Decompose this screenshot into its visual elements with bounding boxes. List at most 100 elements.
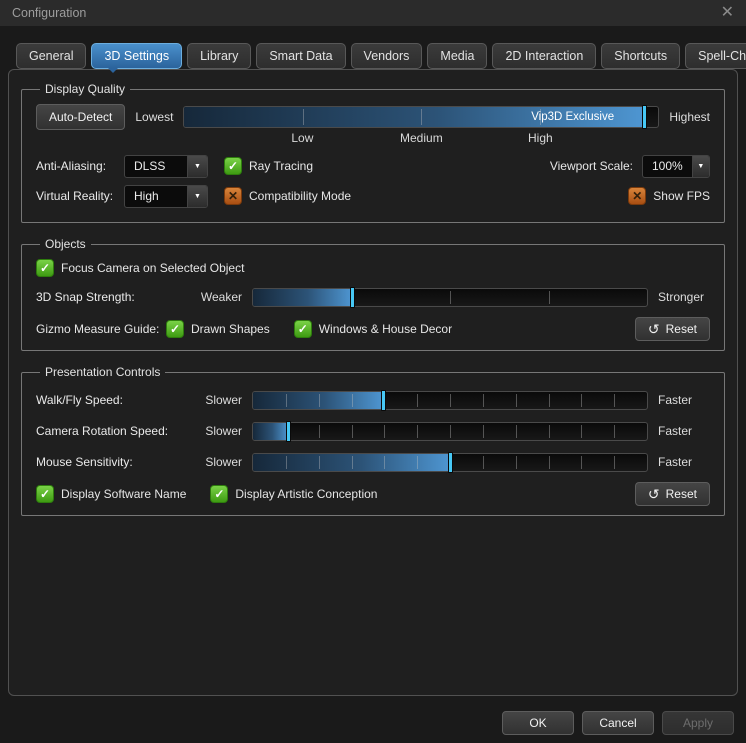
display-artistic-conception-label: Display Artistic Conception xyxy=(235,487,377,501)
mouse-sensitivity-row: Mouse Sensitivity: Slower Faster xyxy=(36,450,710,474)
virtual-reality-label: Virtual Reality: xyxy=(36,189,124,203)
scale-label-high: High xyxy=(528,131,553,145)
objects-legend: Objects xyxy=(40,237,91,251)
title-bar: Configuration ✕ xyxy=(0,0,746,26)
slider-tick xyxy=(319,425,320,438)
slider-tick xyxy=(549,425,550,438)
scale-label-low: Low xyxy=(291,131,313,145)
slider-handle[interactable] xyxy=(381,390,386,411)
objects-reset-label: Reset xyxy=(666,322,697,336)
cancel-button[interactable]: Cancel xyxy=(582,711,654,735)
presentation-reset-button[interactable]: ↺ Reset xyxy=(635,482,710,506)
camera-rotation-speed-slider[interactable] xyxy=(252,422,648,441)
snap-max-label: Stronger xyxy=(658,290,710,304)
window-title: Configuration xyxy=(12,6,721,20)
ray-tracing-label: Ray Tracing xyxy=(249,159,313,173)
slider-fill: Vip3D Exclusive xyxy=(184,107,644,127)
tab-general[interactable]: General xyxy=(16,43,86,69)
slider-tick xyxy=(581,425,582,438)
slider-tick xyxy=(421,109,422,125)
ok-button[interactable]: OK xyxy=(502,711,574,735)
gizmo-row: Gizmo Measure Guide: ✓ Drawn Shapes ✓ Wi… xyxy=(36,316,710,342)
compatibility-mode-label: Compatibility Mode xyxy=(249,189,351,203)
reset-arrow-icon: ↺ xyxy=(648,323,660,335)
tab-media[interactable]: Media xyxy=(427,43,487,69)
scale-label-medium: Medium xyxy=(400,131,443,145)
ray-tracing-checkbox[interactable]: ✓ Ray Tracing xyxy=(224,157,313,175)
slider-tick xyxy=(352,425,353,438)
checkbox-unchecked-icon: ✕ xyxy=(224,187,242,205)
checkbox-checked-icon: ✓ xyxy=(294,320,312,338)
presentation-controls-group: Presentation Controls Walk/Fly Speed: Sl… xyxy=(21,365,725,516)
quality-min-label: Lowest xyxy=(135,104,173,130)
slider-tick xyxy=(352,456,353,469)
windows-house-decor-label: Windows & House Decor xyxy=(319,322,452,336)
slider-handle[interactable] xyxy=(642,105,647,129)
slider-tick xyxy=(516,394,517,407)
tab-vendors[interactable]: Vendors xyxy=(351,43,423,69)
slider-tick xyxy=(319,394,320,407)
camera-rotation-speed-label: Camera Rotation Speed: xyxy=(36,424,194,438)
slider-tick xyxy=(483,425,484,438)
anti-aliasing-label: Anti-Aliasing: xyxy=(36,159,124,173)
tab-page-3d-settings: Display Quality Auto-Detect Lowest Vip3D… xyxy=(8,69,738,696)
slider-handle[interactable] xyxy=(286,421,291,442)
slider-tick xyxy=(286,456,287,469)
close-icon[interactable]: ✕ xyxy=(721,5,734,21)
slider-tick xyxy=(450,394,451,407)
tab-spell-check[interactable]: Spell-Check xyxy=(685,43,746,69)
slider-tick xyxy=(417,425,418,438)
display-artistic-conception-checkbox[interactable]: ✓ Display Artistic Conception xyxy=(210,485,377,503)
anti-aliasing-value: DLSS xyxy=(125,159,187,173)
drawn-shapes-label: Drawn Shapes xyxy=(191,322,270,336)
slider-tick xyxy=(384,425,385,438)
focus-camera-row: ✓ Focus Camera on Selected Object xyxy=(36,259,710,277)
slider-tick xyxy=(614,456,615,469)
checkbox-checked-icon: ✓ xyxy=(36,259,54,277)
slider-handle[interactable] xyxy=(448,452,453,473)
compatibility-mode-checkbox[interactable]: ✕ Compatibility Mode xyxy=(224,187,351,205)
display-software-name-checkbox[interactable]: ✓ Display Software Name xyxy=(36,485,186,503)
slider-tick xyxy=(581,456,582,469)
slider-tick xyxy=(549,394,550,407)
slider-tick xyxy=(483,456,484,469)
slider-handle[interactable] xyxy=(350,287,355,308)
auto-detect-button[interactable]: Auto-Detect xyxy=(36,104,125,130)
objects-reset-button[interactable]: ↺ Reset xyxy=(635,317,710,341)
vip3d-exclusive-badge: Vip3D Exclusive xyxy=(531,107,614,127)
display-quality-slider[interactable]: Vip3D Exclusive xyxy=(183,106,659,128)
anti-aliasing-dropdown[interactable]: DLSS ▼ xyxy=(124,155,208,178)
slider-tick xyxy=(483,394,484,407)
snap-min-label: Weaker xyxy=(194,290,242,304)
focus-camera-checkbox[interactable]: ✓ Focus Camera on Selected Object xyxy=(36,259,244,277)
slider-tick xyxy=(581,394,582,407)
anti-aliasing-row: Anti-Aliasing: DLSS ▼ ✓ Ray Tracing View… xyxy=(36,154,710,178)
slider-tick xyxy=(384,456,385,469)
tab-3d-settings[interactable]: 3D Settings xyxy=(91,43,182,69)
show-fps-checkbox[interactable]: ✕ Show FPS xyxy=(628,187,710,205)
slider-tick xyxy=(417,456,418,469)
focus-camera-label: Focus Camera on Selected Object xyxy=(61,261,244,275)
objects-group: Objects ✓ Focus Camera on Selected Objec… xyxy=(21,237,725,351)
windows-house-decor-checkbox[interactable]: ✓ Windows & House Decor xyxy=(294,320,452,338)
slider-fill xyxy=(253,289,352,306)
drawn-shapes-checkbox[interactable]: ✓ Drawn Shapes xyxy=(166,320,270,338)
virtual-reality-dropdown[interactable]: High ▼ xyxy=(124,185,208,208)
mouse-sensitivity-slider[interactable] xyxy=(252,453,648,472)
slider-tick xyxy=(516,456,517,469)
tab-library[interactable]: Library xyxy=(187,43,251,69)
snap-strength-slider[interactable] xyxy=(252,288,648,307)
tab-shortcuts[interactable]: Shortcuts xyxy=(601,43,680,69)
quality-slider-column: Vip3D Exclusive Low Medium High xyxy=(183,106,659,148)
tab-smart-data[interactable]: Smart Data xyxy=(256,43,345,69)
checkbox-unchecked-icon: ✕ xyxy=(628,187,646,205)
presentation-reset-label: Reset xyxy=(666,487,697,501)
viewport-scale-dropdown[interactable]: 100% ▼ xyxy=(642,155,710,178)
presentation-checkbox-row: ✓ Display Software Name ✓ Display Artist… xyxy=(36,481,710,507)
apply-button[interactable]: Apply xyxy=(662,711,734,735)
walk-fly-speed-slider[interactable] xyxy=(252,391,648,410)
tab-2d-interaction[interactable]: 2D Interaction xyxy=(492,43,596,69)
walk-fly-min-label: Slower xyxy=(194,393,242,407)
slider-tick xyxy=(516,425,517,438)
snap-strength-row: 3D Snap Strength: Weaker Stronger xyxy=(36,285,710,309)
